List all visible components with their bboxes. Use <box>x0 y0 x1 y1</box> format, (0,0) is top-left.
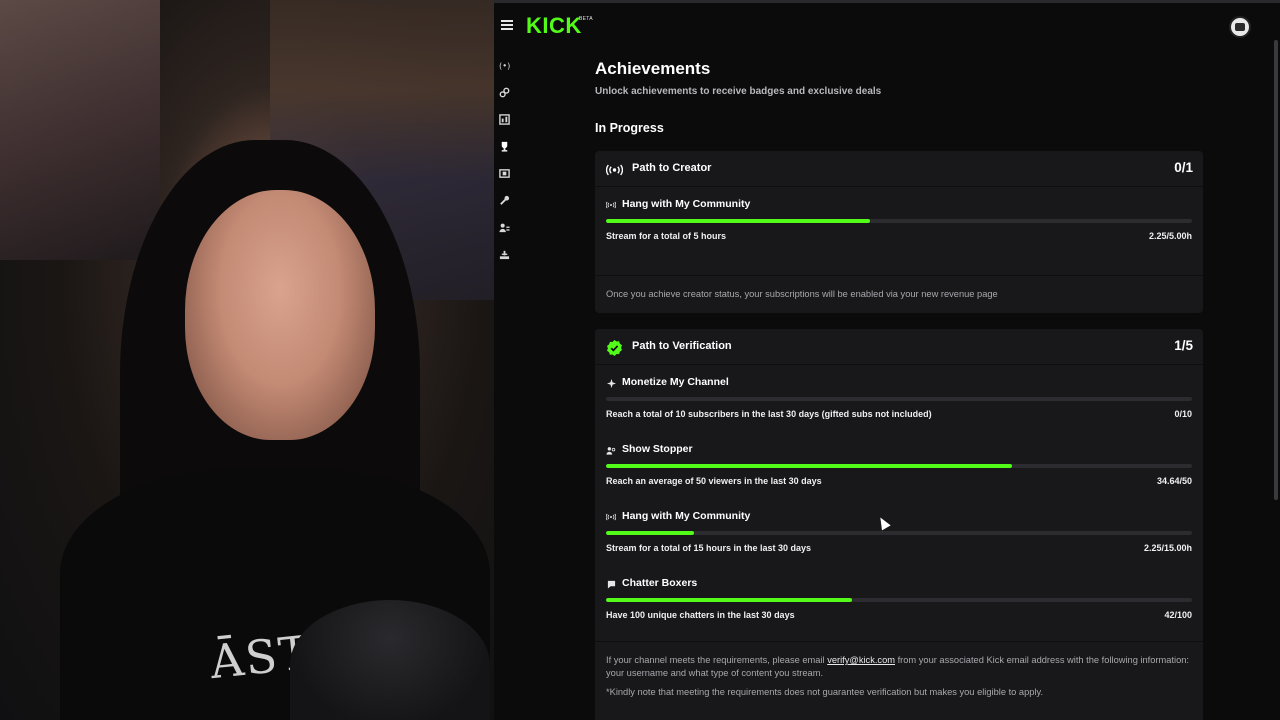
progress-bar <box>606 397 1192 401</box>
note-text: If your channel meets the requirements, … <box>606 655 828 665</box>
page-title: Achievements <box>595 59 711 78</box>
link-icon[interactable] <box>494 79 514 106</box>
sparkle-icon <box>606 378 616 388</box>
progress-bar <box>606 219 1192 223</box>
achievement-description: Stream for a total of 15 hours in the la… <box>606 543 812 553</box>
page-subtitle: Unlock achievements to receive badges an… <box>595 86 882 97</box>
webcam-wall <box>0 0 160 260</box>
menu-icon[interactable] <box>501 20 513 30</box>
progress-fill <box>606 219 870 223</box>
achievement-value: 2.25/5.00h <box>1148 231 1192 241</box>
verification-note: If your channel meets the requirements, … <box>595 641 1203 711</box>
achievement-item: Chatter Boxers Have 100 unique chatters … <box>595 566 1203 633</box>
achievement-item: Hang with My Community Stream for a tota… <box>595 187 1203 275</box>
card-title: Path to Verification <box>632 340 732 352</box>
achievement-item: Monetize My Channel Reach a total of 10 … <box>595 365 1203 432</box>
card-count: 1/5 <box>1174 338 1193 353</box>
scrollbar[interactable] <box>1274 40 1278 500</box>
achievement-value: 34.64/50 <box>1156 476 1192 486</box>
progress-bar <box>606 598 1192 602</box>
achievement-name: Show Stopper <box>622 443 693 455</box>
achievement-description: Reach an average of 50 viewers in the la… <box>606 476 822 486</box>
progress-bar <box>606 464 1192 468</box>
kick-app: KICK BETA (•) Achievements Unlock achiev… <box>494 0 1280 720</box>
svg-text:(•): (•) <box>499 60 510 70</box>
progress-fill <box>606 598 853 602</box>
broadcast-icon <box>606 161 623 178</box>
wrench-icon[interactable] <box>494 187 514 214</box>
achievement-value: 0/10 <box>1174 409 1192 419</box>
achievement-name: Monetize My Channel <box>622 376 729 388</box>
card-count: 0/1 <box>1174 160 1193 175</box>
creator-icon[interactable] <box>494 241 514 268</box>
users-icon <box>606 445 616 455</box>
achievement-name: Hang with My Community <box>622 510 751 522</box>
trophy-icon[interactable] <box>494 133 514 160</box>
user-avatar[interactable] <box>1229 16 1251 38</box>
achievement-value: 2.25/15.00h <box>1143 543 1192 553</box>
webcam-feed: ĀST <box>0 0 494 720</box>
achievement-value: 42/100 <box>1164 610 1192 620</box>
broadcast-icon <box>606 512 616 522</box>
card-header: Path to Creator 0/1 <box>595 151 1203 187</box>
achievement-item: Show Stopper Reach an average of 50 view… <box>595 432 1203 499</box>
achievement-description: Stream for a total of 5 hours <box>606 231 727 241</box>
sidebar: (•) <box>494 52 514 268</box>
achievement-name: Hang with My Community <box>622 198 751 210</box>
broadcast-icon <box>606 200 616 210</box>
card-path-to-verification: Path to Verification 1/5 Monetize My Cha… <box>595 329 1203 720</box>
achievement-name: Chatter Boxers <box>622 577 698 589</box>
achievement-description: Have 100 unique chatters in the last 30 … <box>606 610 795 620</box>
kick-logo[interactable]: KICK <box>526 13 582 39</box>
main-content: Achievements Unlock achievements to rece… <box>595 0 1203 720</box>
media-icon[interactable] <box>494 160 514 187</box>
chat-icon <box>606 579 616 589</box>
progress-fill <box>606 531 694 535</box>
card-path-to-creator: Path to Creator 0/1 Hang with My Communi… <box>595 151 1203 313</box>
progress-fill <box>606 464 1012 468</box>
verify-email-link[interactable]: verify@kick.com <box>827 655 895 665</box>
beta-badge: BETA <box>579 16 593 22</box>
progress-bar <box>606 531 1192 535</box>
card-title: Path to Creator <box>632 162 712 174</box>
broadcast-icon[interactable]: (•) <box>494 52 514 79</box>
webcam-microphone <box>290 600 490 720</box>
dashboard-icon[interactable] <box>494 106 514 133</box>
webcam-face <box>185 190 375 440</box>
section-title: In Progress <box>595 121 664 135</box>
community-icon[interactable] <box>494 214 514 241</box>
achievement-item: Hang with My Community Stream for a tota… <box>595 499 1203 566</box>
card-note: Once you achieve creator status, your su… <box>595 275 1203 313</box>
achievement-description: Reach a total of 10 subscribers in the l… <box>606 409 932 419</box>
disclaimer-text: *Kindly note that meeting the requiremen… <box>606 687 1044 697</box>
verified-badge-icon <box>606 339 623 356</box>
card-header: Path to Verification 1/5 <box>595 329 1203 365</box>
